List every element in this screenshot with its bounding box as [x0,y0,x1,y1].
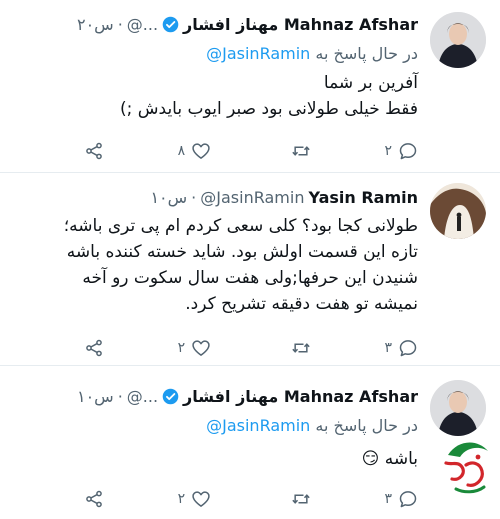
tweet-line: طولانی کجا بود؟ کلی سعی کردم ام پی تری ب… [63,216,418,236]
reply-button[interactable]: ۳ [384,489,418,509]
reply-icon [399,143,417,160]
author-name[interactable]: Mahnaz Afshar مهناز افشار [183,15,418,34]
tweet-actions: ۸ ۲ [84,140,418,162]
reply-count: ۳ [384,340,392,356]
share-button[interactable] [84,338,104,358]
separator-dot: · [191,187,197,207]
like-button[interactable]: ۲ [178,489,212,509]
retweet-icon [292,146,310,156]
retweet-button[interactable] [285,338,311,358]
avatar-mahnaz[interactable] [430,12,486,68]
timestamp[interactable]: ۲۰س [77,15,114,34]
share-button[interactable] [84,489,104,509]
replying-to-label: در حال پاسخ به [315,416,418,435]
heart-icon [192,340,210,356]
timestamp[interactable]: ۱۰س [77,387,114,406]
tweet-2[interactable]: Yasin Ramin @JasinRamin · ۱۰س طولانی کجا… [0,173,500,365]
like-count: ۲ [177,491,186,507]
like-button[interactable]: ۲ [178,338,212,358]
tweet-text: طولانی کجا بود؟ کلی سعی کردم ام پی تری ب… [20,213,418,317]
retweet-button[interactable] [285,489,311,509]
reply-icon [399,491,417,508]
author-handle[interactable]: @... [127,387,158,406]
timestamp[interactable]: ۱۰س [150,188,187,207]
author-name[interactable]: Yasin Ramin [308,188,418,207]
verified-badge-icon [162,388,179,404]
separator-dot: · [117,386,123,406]
tweet-line: آفرین بر شما [323,73,418,93]
separator-dot: · [117,14,123,34]
heart-icon [192,491,210,507]
heart-icon [192,143,210,159]
mention-link[interactable]: @JasinRamin [206,416,310,435]
author-name[interactable]: Mahnaz Afshar مهناز افشار [183,387,418,406]
tweet-line: تازه این قسمت اولش بود. شاید خسته کننده … [66,242,418,262]
tweet-line: شنیدن این حرفها;ولی هفت سال سکوت رو آخه [82,268,418,288]
tweet-text: آفرین بر شما فقط خیلی طولانی بود صبر ایو… [20,70,418,122]
replying-to: در حال پاسخ به @JasinRamin [206,416,418,435]
share-icon [86,142,102,160]
like-count: ۲ [177,340,186,356]
author-handle[interactable]: @... [127,15,158,34]
tweet-actions: ۲ ۳ [84,488,418,510]
tweet-header: Mahnaz Afshar مهناز افشار @... · ۲۰س [24,12,418,36]
reply-button[interactable]: ۲ [384,141,418,161]
share-icon [86,490,102,508]
tweet-line: نمیشه تو هفت دقیقه تشریح کرد. [185,294,418,314]
tweet-header: Yasin Ramin @JasinRamin · ۱۰س [24,185,418,209]
tweet-line: فقط خیلی طولانی بود صبر ایوب بایدش ;) [120,99,418,119]
watermark-logo [444,442,488,494]
retweet-icon [292,343,310,353]
reply-count: ۳ [384,491,392,507]
verified-badge-icon [162,16,179,32]
avatar-yasin[interactable] [430,183,486,239]
tweet-text: باشه 😏 [20,446,418,472]
reply-count: ۲ [384,143,392,159]
reply-button[interactable]: ۳ [384,338,418,358]
mention-link[interactable]: @JasinRamin [206,44,310,63]
avatar-mahnaz[interactable] [430,380,486,436]
tweet-1[interactable]: Mahnaz Afshar مهناز افشار @... · ۲۰س در … [0,0,500,172]
replying-to-label: در حال پاسخ به [315,44,418,63]
tweet-line: باشه 😏 [361,449,418,469]
replying-to: در حال پاسخ به @JasinRamin [206,44,418,63]
retweet-icon [292,494,310,504]
reply-icon [399,340,417,357]
retweet-button[interactable] [285,141,311,161]
tweet-header: Mahnaz Afshar مهناز افشار @... · ۱۰س [24,384,418,408]
tweet-3[interactable]: Mahnaz Afshar مهناز افشار @... · ۱۰س در … [0,366,500,519]
share-button[interactable] [84,141,104,161]
share-icon [86,339,102,357]
like-count: ۸ [177,143,186,159]
author-handle[interactable]: @JasinRamin [200,188,304,207]
tweet-actions: ۲ ۳ [84,337,418,359]
like-button[interactable]: ۸ [178,141,212,161]
